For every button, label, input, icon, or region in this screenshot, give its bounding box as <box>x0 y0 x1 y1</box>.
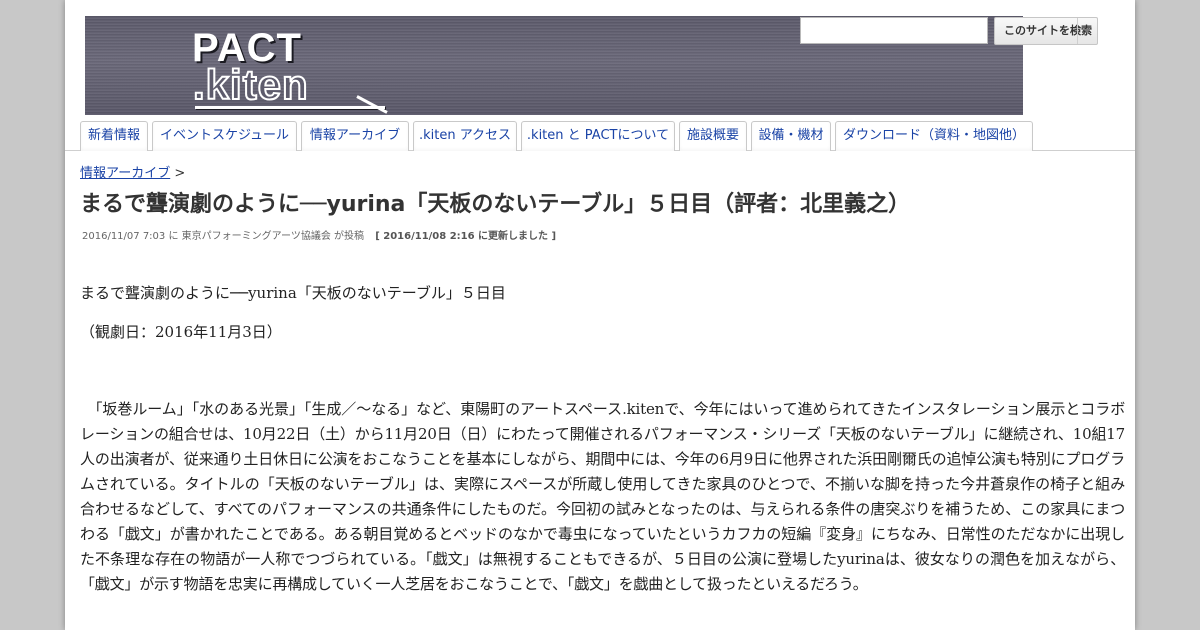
search-button-divider <box>1077 18 1078 44</box>
breadcrumb: 情報アーカイブ > <box>80 162 185 181</box>
tab-download[interactable]: ダウンロード（資料・地図他） <box>835 121 1033 151</box>
article-paragraph-date: （観劇日：2016年11月3日） <box>80 323 282 341</box>
tab-event-schedule[interactable]: イベントスケジュール <box>152 121 297 151</box>
logo-slant <box>356 95 388 114</box>
article-paragraph-heading: まるで聾演劇のように──yurina「天板のないテーブル」５日目 <box>80 284 506 302</box>
tab-news[interactable]: 新着情報 <box>80 121 148 151</box>
site-search-button[interactable]: このサイトを検索 <box>994 17 1098 45</box>
post-meta-posted: 2016/11/07 7:03 に 東京パフォーミングアーツ協議会 が投稿 <box>82 231 365 242</box>
logo-underline <box>195 106 385 109</box>
search-input[interactable] <box>800 17 988 44</box>
page-container: PACT .kiten このサイトを検索 新着情報 イベントスケジュール 情報ア… <box>65 0 1135 630</box>
tab-facility-overview[interactable]: 施設概要 <box>679 121 747 151</box>
logo-kiten-text: .kiten <box>192 61 309 108</box>
article-paragraph-body: 「坂巻ルーム」「水のある光景」「生成／～なる」など、東陽町のアートスペース.ki… <box>80 400 1125 593</box>
tab-about-kiten-pact[interactable]: .kiten と PACTについて <box>521 121 675 151</box>
tab-equipment[interactable]: 設備・機材 <box>751 121 831 151</box>
page-title: まるで聾演劇のように──yurina「天板のないテーブル」５日目（評者：北里義之… <box>80 192 911 217</box>
breadcrumb-link-info-archive[interactable]: 情報アーカイブ <box>80 166 170 181</box>
breadcrumb-separator: > <box>170 166 186 181</box>
chevron-down-icon[interactable] <box>1083 29 1091 33</box>
post-meta: 2016/11/07 7:03 に 東京パフォーミングアーツ協議会 が投稿 [ … <box>82 227 556 242</box>
tab-kiten-access[interactable]: .kiten アクセス <box>413 121 517 151</box>
tab-info-archive[interactable]: 情報アーカイブ <box>301 121 409 151</box>
search-button-label: このサイトを検索 <box>1004 24 1092 37</box>
main-nav: 新着情報 イベントスケジュール 情報アーカイブ .kiten アクセス .kit… <box>65 118 1135 151</box>
post-meta-updated: [ 2016/11/08 2:16 に更新しました ] <box>375 231 557 242</box>
